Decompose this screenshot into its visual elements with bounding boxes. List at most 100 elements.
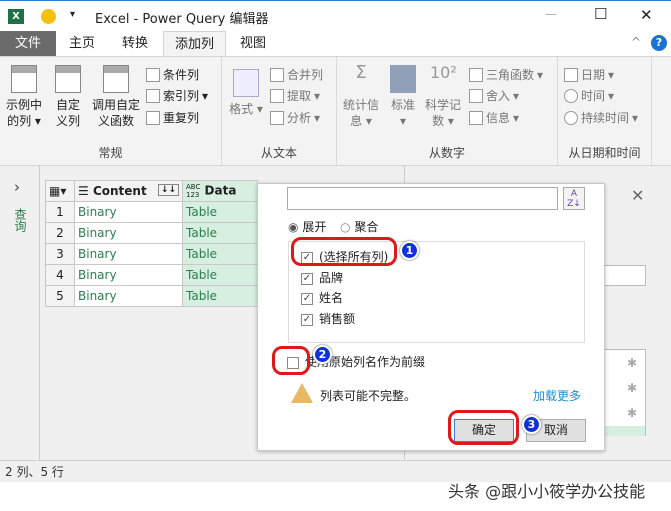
maximize-button[interactable]: ☐ — [594, 5, 607, 23]
format-icon — [233, 69, 259, 97]
duplicate-column-icon — [146, 110, 160, 125]
step-gear-icon[interactable]: ✱ — [627, 406, 637, 420]
table-row: 5 Binary Table — [45, 285, 258, 307]
date-button[interactable]: 日期 ▾ — [564, 66, 614, 83]
parse-icon — [270, 110, 284, 125]
column-checkbox-sales[interactable]: ✓ 销售额 — [301, 310, 355, 327]
group-from-text: 格式 ▾ 合并列 提取 ▾ 分析 ▾ 从文本 — [222, 57, 337, 165]
calendar-icon — [564, 67, 578, 82]
highlight-prefix-checkbox — [272, 346, 310, 375]
time-button[interactable]: 时间 ▾ — [564, 87, 614, 104]
extract-button[interactable]: 提取 ▾ — [270, 87, 320, 104]
group-from-datetime: 日期 ▾ 时间 ▾ 持续时间 ▾ 从日期和时间 — [558, 57, 652, 165]
ribbon-tabs: 文件 主页 转换 添加列 视图 ^ ? — [0, 31, 671, 57]
sort-az-button[interactable]: A Z↓ — [563, 187, 585, 210]
table-row: 2 Binary Table — [45, 222, 258, 244]
column-checkbox-name[interactable]: ✓ 姓名 — [301, 289, 343, 306]
column-header-data[interactable]: ABC 123 Data — [182, 180, 258, 202]
parse-button[interactable]: 分析 ▾ — [270, 109, 320, 126]
step-gear-icon[interactable]: ✱ — [627, 381, 637, 395]
duration-button[interactable]: 持续时间 ▾ — [564, 109, 638, 126]
queries-pane: › 查询 — [0, 166, 40, 460]
smiley-icon[interactable] — [41, 9, 56, 24]
column-search-input[interactable] — [287, 187, 558, 210]
annotation-badge-1: 1 — [400, 241, 419, 260]
conditional-column-icon — [146, 67, 160, 82]
sigma-icon: Σ — [355, 62, 367, 83]
title-bar: X ▾ Excel - Power Query 编辑器 — ☐ ✕ — [0, 0, 671, 31]
expand-radio[interactable]: ◉ 展开 — [288, 218, 326, 235]
quick-access-dropdown-icon[interactable]: ▾ — [70, 9, 75, 20]
watermark: 头条 @跟小小筱学办公技能 — [448, 482, 646, 501]
warning-text: 列表可能不完整。 — [320, 389, 417, 403]
duplicate-column-button[interactable]: 重复列 — [146, 109, 199, 126]
invoke-custom-function-button[interactable]: 调用自定义函数 — [90, 65, 142, 129]
expand-queries-icon[interactable]: › — [14, 178, 20, 196]
group-general: 示例中的列 ▾ 自定义列 调用自定义函数 条件列 索引列 ▾ 重复列 常规 — [0, 57, 222, 165]
expand-column-icon[interactable]: ↓↓ — [157, 184, 179, 196]
index-column-button[interactable]: 索引列 ▾ — [146, 87, 208, 104]
checkbox-checked-icon: ✓ — [301, 313, 313, 326]
group-label-general: 常规 — [98, 146, 123, 160]
minimize-button[interactable]: — — [545, 7, 557, 21]
ribbon: 示例中的列 ▾ 自定义列 调用自定义函数 条件列 索引列 ▾ 重复列 常规 格式… — [0, 56, 671, 166]
conditional-column-button[interactable]: 条件列 — [146, 66, 199, 83]
expand-column-dialog: A Z↓ ◉ 展开 ○ 聚合 ✓ (选择所有列) ✓ 品牌 ✓ 姓名 ✓ 销售额 使用原始… — [257, 183, 605, 451]
queries-label: 查询 — [13, 208, 27, 232]
column-checkbox-brand[interactable]: ✓ 品牌 — [301, 269, 343, 286]
merge-columns-button[interactable]: 合并列 — [270, 66, 323, 83]
warning-icon — [291, 383, 313, 403]
group-from-number: Σ 统计信息 ▾ 标准 ▾ 10² 科学记数 ▾ 三角函数 ▾ 舍入 ▾ 信息 ▾ … — [337, 57, 558, 165]
excel-logo-icon: X — [8, 9, 24, 24]
abc-123-icon — [270, 88, 284, 103]
window-title: Excel - Power Query 编辑器 — [95, 12, 269, 27]
help-icon[interactable]: ? — [651, 35, 667, 51]
query-name-input[interactable] — [600, 265, 646, 286]
table-row: 4 Binary Table — [45, 264, 258, 286]
table-menu-icon[interactable]: ▦▾ — [45, 180, 75, 202]
column-header-content[interactable]: ☰ Content ↓↓ — [74, 180, 183, 202]
standard-button[interactable]: 标准 ▾ — [387, 65, 419, 129]
rounding-icon — [469, 88, 483, 103]
annotation-badge-3: 3 — [522, 415, 541, 434]
any-type-icon: ABC 123 — [186, 183, 201, 199]
column-examples-icon — [11, 65, 37, 93]
highlight-select-all — [291, 237, 397, 266]
index-column-icon — [146, 88, 160, 103]
collapse-ribbon-icon[interactable]: ^ — [631, 35, 641, 49]
information-button[interactable]: 信息 ▾ — [469, 109, 519, 126]
trigonometry-button[interactable]: 三角函数 ▾ — [469, 66, 543, 83]
info-grid-icon — [469, 110, 483, 125]
data-grid: ▦▾ ☰ Content ↓↓ ABC 123 Data 1 Binary Table… — [45, 180, 258, 307]
tab-add-column[interactable]: 添加列 — [163, 31, 226, 57]
group-label-text: 从文本 — [260, 146, 297, 160]
custom-column-button[interactable]: 自定义列 — [52, 65, 84, 129]
custom-column-icon — [55, 65, 81, 93]
table-row: 1 Binary Table — [45, 201, 258, 223]
statistics-button[interactable]: Σ 统计信息 ▾ — [341, 62, 381, 129]
highlight-ok-button — [448, 410, 519, 445]
group-label-datetime: 从日期和时间 — [568, 146, 641, 160]
tab-file[interactable]: 文件 — [0, 31, 56, 56]
tab-view[interactable]: 视图 — [228, 31, 278, 56]
clock-icon — [564, 88, 578, 103]
column-from-examples-button[interactable]: 示例中的列 ▾ — [4, 65, 44, 129]
group-label-number: 从数字 — [428, 146, 465, 160]
load-more-link[interactable]: 加载更多 — [533, 387, 581, 404]
checkbox-checked-icon: ✓ — [301, 272, 313, 285]
checkbox-checked-icon: ✓ — [301, 292, 313, 305]
query-settings-close-icon[interactable]: ✕ — [631, 186, 644, 205]
power-icon: 10² — [430, 63, 457, 82]
close-button[interactable]: ✕ — [640, 6, 653, 24]
function-icon — [103, 65, 129, 93]
tab-transform[interactable]: 转换 — [110, 31, 160, 56]
format-button[interactable]: 格式 ▾ — [228, 69, 264, 117]
triangle-icon — [469, 67, 483, 82]
aggregate-radio[interactable]: ○ 聚合 — [340, 218, 378, 235]
scientific-button[interactable]: 10² 科学记数 ▾ — [425, 65, 461, 129]
step-gear-icon[interactable]: ✱ — [627, 356, 637, 370]
applied-steps-list: ✱ ✱ ✱ — [600, 349, 646, 436]
rounding-button[interactable]: 舍入 ▾ — [469, 87, 519, 104]
tab-home[interactable]: 主页 — [58, 31, 106, 56]
annotation-badge-2: 2 — [313, 345, 332, 364]
